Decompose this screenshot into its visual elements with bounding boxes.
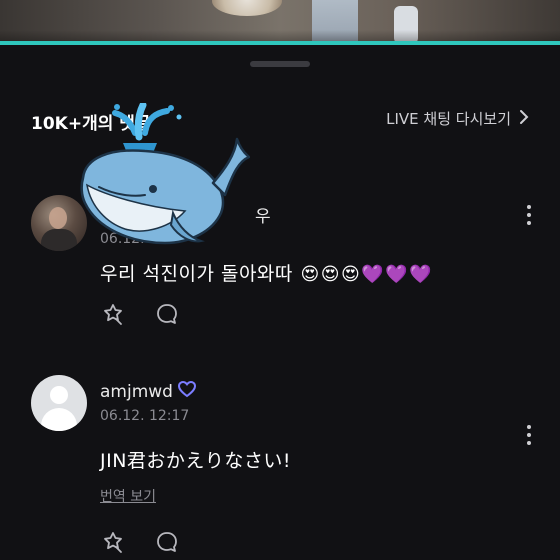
reply-bubble-icon[interactable] — [154, 529, 180, 555]
whale-water-spout — [112, 103, 182, 153]
comment-text: JIN君おかえりなさい! — [100, 450, 292, 472]
chevron-right-icon — [519, 109, 529, 129]
comment-nickname[interactable]: amjmwd — [100, 380, 197, 403]
nickname-text: 우 — [255, 207, 271, 227]
video-plate-shape — [212, 0, 282, 16]
comment-timestamp: 06.12. 12:17 — [100, 408, 190, 424]
default-avatar-head — [50, 386, 68, 404]
emoji: 💜 — [409, 264, 432, 285]
whale-eye — [149, 185, 157, 193]
translate-link[interactable]: 번역 보기 — [100, 486, 156, 506]
video-player-area[interactable] — [0, 0, 560, 44]
emoji: 😍 — [300, 264, 320, 285]
avatar[interactable] — [31, 375, 87, 431]
avatar-face-shape — [49, 207, 67, 229]
whale-tail — [211, 137, 250, 197]
comment-text-content: 우리 석진이가 돌아와따 — [100, 263, 293, 285]
avatar-body-shape — [41, 229, 77, 251]
live-chat-replay-link[interactable]: LIVE 채팅 다시보기 — [386, 108, 529, 129]
emoji: 💜 — [385, 264, 409, 285]
comment-nickname[interactable]: 우 — [255, 202, 271, 227]
more-vertical-icon[interactable] — [524, 205, 534, 225]
whale-sticker-icon — [80, 103, 250, 245]
emoji: 😍 — [340, 264, 361, 285]
nickname-text: amjmwd — [100, 381, 173, 402]
comment-actions — [100, 301, 180, 327]
sticker-reaction-icon[interactable] — [100, 301, 126, 327]
more-vertical-icon[interactable] — [524, 425, 534, 445]
reply-bubble-icon[interactable] — [154, 301, 180, 327]
sheet-drag-handle[interactable] — [250, 61, 310, 67]
default-avatar-shoulders — [41, 408, 77, 431]
comment-actions — [100, 529, 180, 555]
comment-text: 우리 석진이가 돌아와따 😍😍😍💜💜💜 — [100, 259, 432, 286]
live-chat-replay-label: LIVE 채팅 다시보기 — [386, 110, 511, 128]
emoji: 😍 — [320, 264, 340, 285]
sticker-reaction-icon[interactable] — [100, 529, 126, 555]
purple-heart-badge-icon — [177, 380, 197, 403]
emoji: 💜 — [361, 264, 385, 285]
